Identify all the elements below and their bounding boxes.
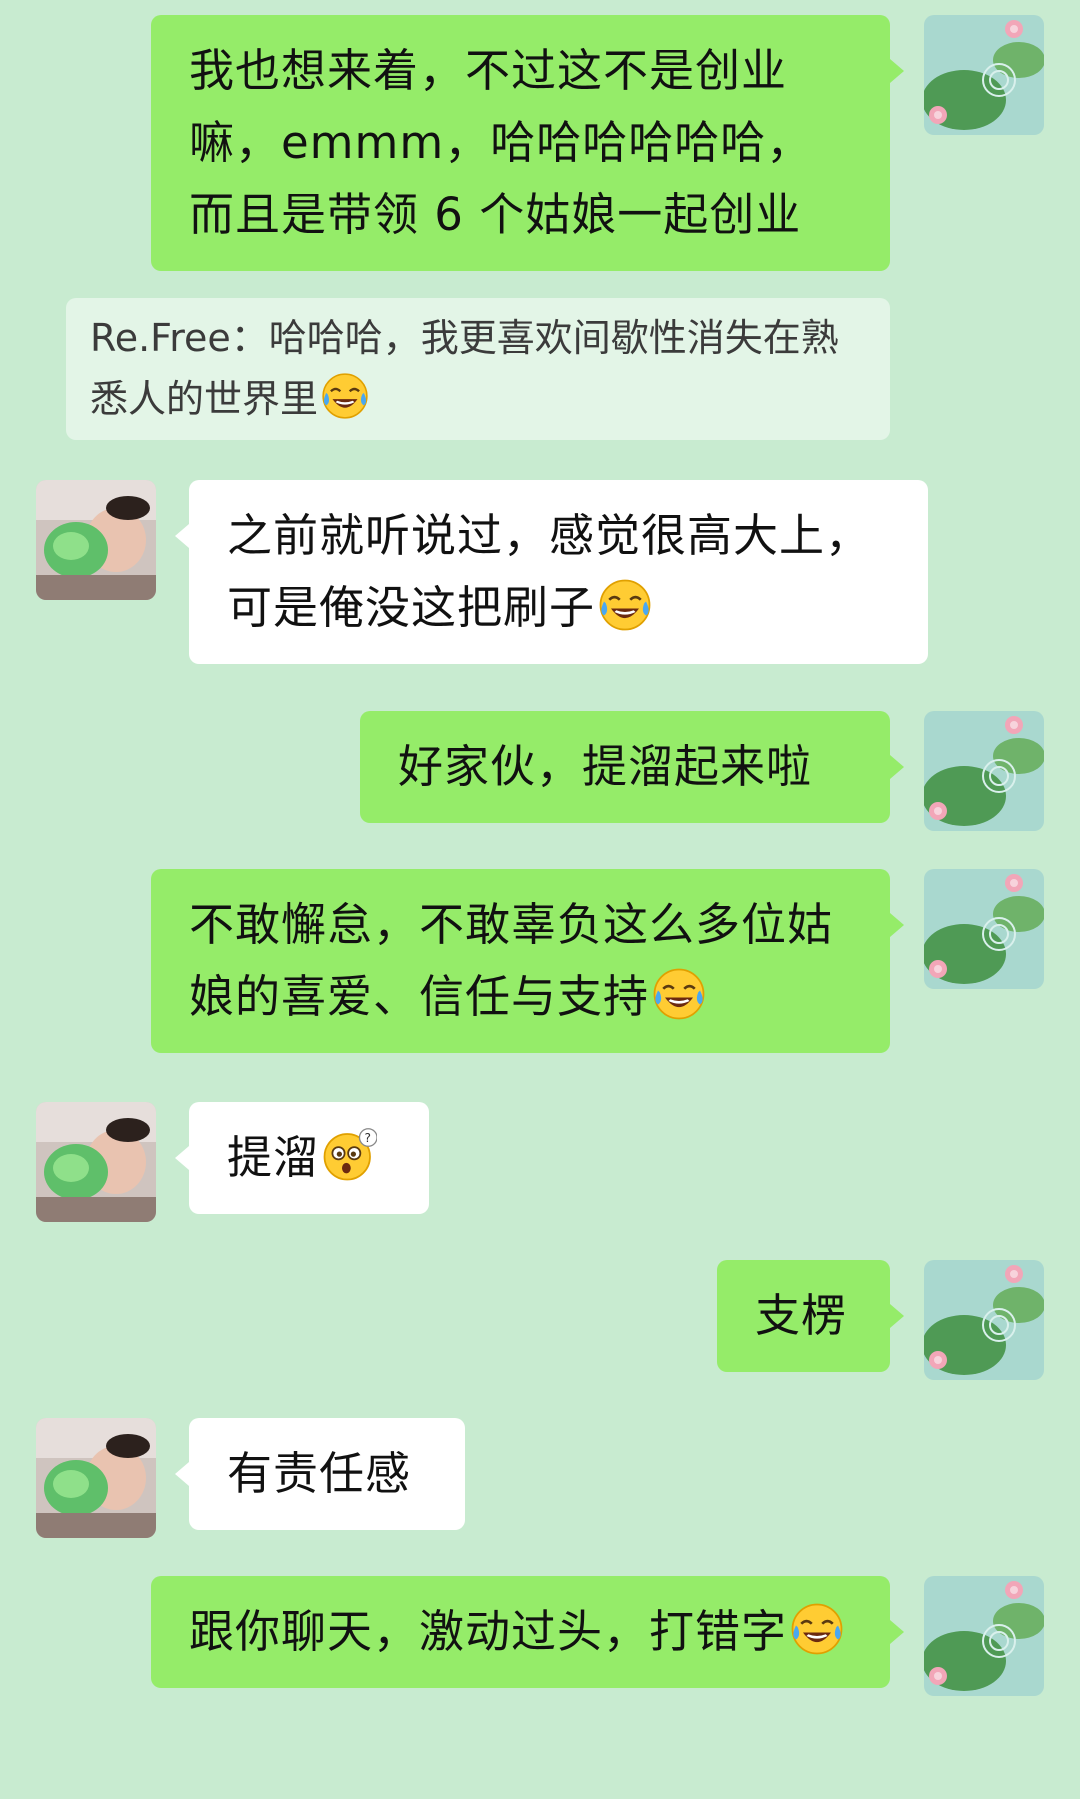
svg-text:?: ? — [365, 1131, 372, 1145]
my-avatar[interactable] — [924, 15, 1044, 135]
message-bubble[interactable]: 之前就听说过，感觉很高大上，可是俺没这把刷子 — [175, 480, 928, 664]
message-text: 不敢懈怠，不敢辜负这么多位姑娘的喜爱、信任与支持 — [189, 898, 834, 1023]
bubble-tail — [890, 59, 904, 83]
bubble-tail — [890, 913, 904, 937]
tears-of-joy-emoji-icon — [791, 1603, 843, 1655]
message-text: 之前就听说过，感觉很高大上，可是俺没这把刷子 — [227, 509, 872, 634]
message-text: 我也想来着，不过这不是创业嘛，emmm，哈哈哈哈哈哈，而且是带领 6 个姑娘一起… — [189, 44, 813, 241]
bubble-tail — [890, 1620, 904, 1644]
child-with-green-toy-avatar-icon — [36, 480, 156, 600]
quoted-message[interactable]: Re.Free：哈哈哈，我更喜欢间歇性消失在熟悉人的世界里 — [66, 298, 890, 440]
message-text: 有责任感 — [227, 1447, 412, 1500]
bubble-tail — [890, 755, 904, 779]
message-bubble[interactable]: 跟你聊天，激动过头，打错字 — [151, 1576, 904, 1688]
bubble-tail — [175, 1146, 189, 1170]
message-text: 支楞 — [755, 1289, 848, 1342]
lotus-pond-avatar-icon — [924, 1576, 1044, 1696]
contact-avatar[interactable] — [36, 1102, 156, 1222]
my-avatar[interactable] — [924, 869, 1044, 989]
message-bubble[interactable]: 支楞 — [717, 1260, 904, 1372]
dizzy-question-emoji-icon: ? — [323, 1128, 378, 1181]
message-text: 好家伙，提溜起来啦 — [398, 740, 813, 793]
chat-message-list[interactable]: 我也想来着，不过这不是创业嘛，emmm，哈哈哈哈哈哈，而且是带领 6 个姑娘一起… — [0, 0, 1080, 1799]
my-avatar[interactable] — [924, 1576, 1044, 1696]
quoted-message-text: Re.Free：哈哈哈，我更喜欢间歇性消失在熟悉人的世界里 — [90, 316, 839, 421]
tears-of-joy-emoji-icon — [653, 968, 705, 1020]
tears-of-joy-emoji-icon — [599, 579, 651, 631]
child-with-green-toy-avatar-icon — [36, 1418, 156, 1538]
lotus-pond-avatar-icon — [924, 711, 1044, 831]
message-bubble[interactable]: 我也想来着，不过这不是创业嘛，emmm，哈哈哈哈哈哈，而且是带领 6 个姑娘一起… — [151, 15, 904, 271]
message-text: 跟你聊天，激动过头，打错字 — [189, 1605, 788, 1658]
tears-of-joy-emoji-icon — [322, 373, 368, 419]
contact-avatar[interactable] — [36, 480, 156, 600]
message-bubble[interactable]: 不敢懈怠，不敢辜负这么多位姑娘的喜爱、信任与支持 — [151, 869, 904, 1053]
child-with-green-toy-avatar-icon — [36, 1102, 156, 1222]
message-bubble[interactable]: 提溜 ? — [175, 1102, 429, 1214]
lotus-pond-avatar-icon — [924, 1260, 1044, 1380]
bubble-tail — [175, 1462, 189, 1486]
bubble-tail — [890, 1304, 904, 1328]
my-avatar[interactable] — [924, 1260, 1044, 1380]
message-bubble[interactable]: 好家伙，提溜起来啦 — [360, 711, 904, 823]
message-text: 提溜 — [227, 1131, 320, 1184]
my-avatar[interactable] — [924, 711, 1044, 831]
lotus-pond-avatar-icon — [924, 15, 1044, 135]
bubble-tail — [175, 524, 189, 548]
message-bubble[interactable]: 有责任感 — [175, 1418, 465, 1530]
lotus-pond-avatar-icon — [924, 869, 1044, 989]
contact-avatar[interactable] — [36, 1418, 156, 1538]
